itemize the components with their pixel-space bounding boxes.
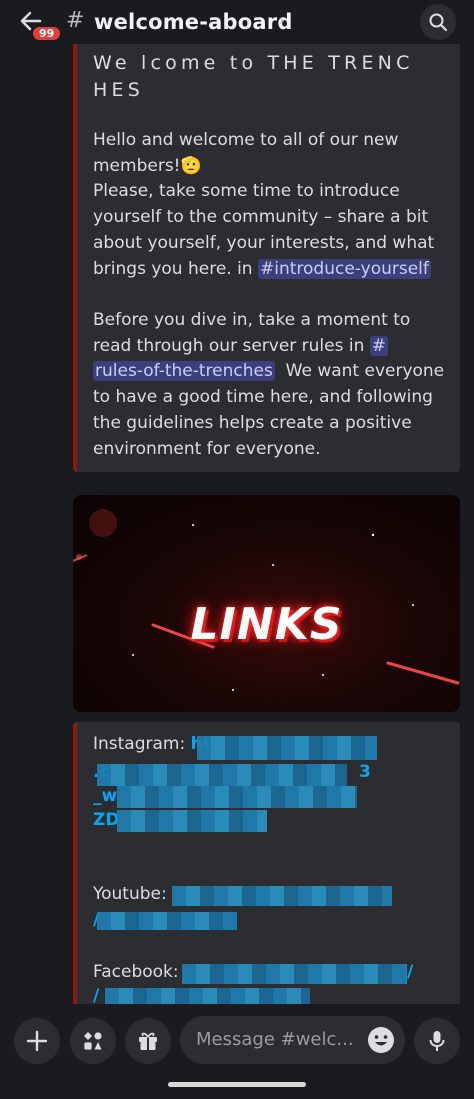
welcome-line: Hello and welcome to all of our new bbox=[93, 130, 399, 150]
composer-bar: Message #welc... bbox=[0, 1004, 474, 1099]
welcome-text: members! bbox=[93, 155, 181, 176]
search-button[interactable] bbox=[420, 4, 456, 40]
instagram-label: Instagram: bbox=[93, 734, 186, 754]
rules-text: read through our server rules in bbox=[93, 335, 365, 356]
rules-line: the guidelines helps create a positive bbox=[93, 412, 412, 433]
facebook-link-line2[interactable]: / bbox=[93, 986, 99, 1006]
mention-hash[interactable]: # bbox=[369, 335, 389, 356]
rules-line: environment for everyone. bbox=[93, 438, 321, 459]
intro-text: brings you here. in bbox=[93, 258, 253, 279]
facebook-row: Facebook: bbox=[93, 962, 179, 982]
welcome-embed: We lcome to THE TRENC HES Hello and welc… bbox=[73, 38, 460, 472]
message-placeholder: Message #welc... bbox=[196, 1029, 354, 1050]
add-attachment-button[interactable] bbox=[14, 1018, 60, 1064]
links-banner-image[interactable]: LINKS bbox=[73, 495, 460, 712]
redacted-block bbox=[172, 886, 392, 906]
rules-line: to have a good time here, and following bbox=[93, 387, 433, 408]
channel-header: 99 # welcome-aboard › bbox=[0, 0, 474, 44]
apps-button[interactable] bbox=[70, 1018, 116, 1064]
microphone-icon bbox=[429, 1031, 445, 1051]
channel-hash-icon: # bbox=[66, 8, 85, 33]
links-embed: Instagram: ht .c 3 _w ZD Youtube: / Face… bbox=[73, 722, 460, 1022]
redacted-block bbox=[182, 964, 407, 984]
instagram-row: Instagram: ht bbox=[93, 734, 211, 754]
channel-mention-introduce-yourself[interactable]: #introduce-yourself bbox=[258, 258, 431, 279]
embed-title-line1: We lcome to THE TRENC bbox=[93, 52, 414, 74]
embed-title: We lcome to THE TRENC HES bbox=[93, 50, 453, 104]
chevron-right-icon[interactable]: › bbox=[279, 13, 285, 29]
embed-title-line2: HES bbox=[93, 79, 144, 101]
redacted-block bbox=[197, 736, 377, 760]
unread-badge: 99 bbox=[31, 25, 63, 42]
rules-line: read through our server rules in # bbox=[93, 334, 448, 360]
search-icon bbox=[429, 13, 448, 32]
gift-button[interactable] bbox=[125, 1018, 171, 1064]
plus-icon bbox=[26, 1030, 48, 1052]
intro-line: yourself to the community – share a bit bbox=[93, 207, 429, 228]
redacted-block bbox=[117, 810, 267, 832]
redacted-block bbox=[97, 912, 237, 930]
youtube-label: Youtube: bbox=[93, 884, 167, 904]
emoji-button[interactable] bbox=[367, 1026, 395, 1054]
voice-message-button[interactable] bbox=[414, 1018, 460, 1064]
welcome-line: members!🫡 bbox=[93, 154, 448, 180]
salute-emoji: 🫡 bbox=[180, 155, 202, 176]
intro-line: about yourself, your interests, and what bbox=[93, 232, 435, 253]
rules-line: Before you dive in, take a moment to bbox=[93, 310, 411, 330]
redacted-block bbox=[117, 786, 357, 808]
intro-line: brings you here. in #introduce-yourself bbox=[93, 257, 448, 283]
smiley-icon bbox=[368, 1027, 394, 1053]
gift-icon bbox=[139, 1032, 157, 1050]
welcome-paragraph: Hello and welcome to all of our new memb… bbox=[93, 128, 448, 282]
home-indicator bbox=[168, 1082, 306, 1087]
apps-icon bbox=[84, 1032, 102, 1050]
message-input[interactable]: Message #welc... bbox=[180, 1016, 405, 1064]
instagram-link-line2-end[interactable]: 3 bbox=[359, 762, 371, 782]
instagram-link-line3[interactable]: _w bbox=[93, 786, 117, 806]
channel-mention-rules[interactable]: rules-of-the-trenches bbox=[93, 361, 275, 382]
facebook-link-end[interactable]: / bbox=[407, 962, 413, 982]
redacted-block bbox=[97, 764, 347, 786]
facebook-label: Facebook: bbox=[93, 962, 179, 982]
rules-line: rules-of-the-trenches We want everyone bbox=[93, 359, 448, 385]
channel-title[interactable]: welcome-aboard bbox=[94, 10, 293, 34]
rules-paragraph: Before you dive in, take a moment to rea… bbox=[93, 308, 448, 462]
intro-line: Please, take some time to introduce bbox=[93, 181, 400, 202]
banner-text: LINKS bbox=[190, 599, 343, 650]
rules-text: We want everyone bbox=[285, 361, 445, 382]
youtube-row: Youtube: bbox=[93, 884, 167, 904]
instagram-link-line4[interactable]: ZD bbox=[93, 810, 119, 830]
